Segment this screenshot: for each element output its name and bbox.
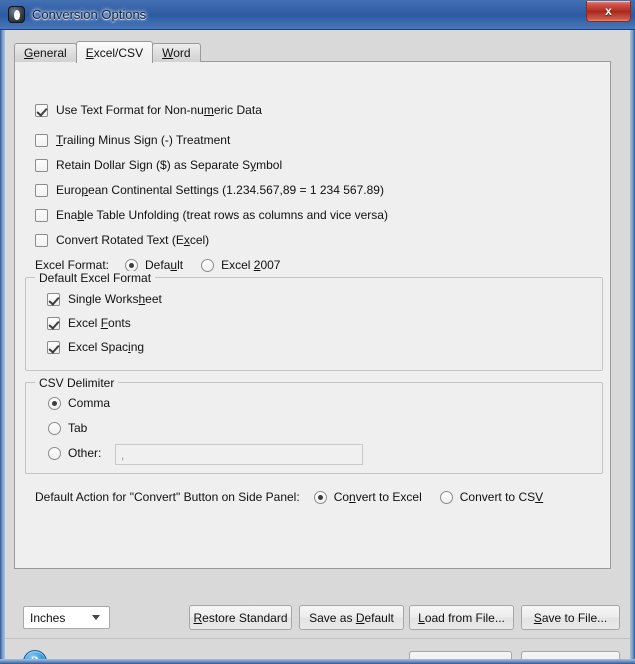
save-as-default-button[interactable]: Save as Default bbox=[299, 605, 404, 630]
checkbox-row-convert-rotated-text[interactable]: Convert Rotated Text (Excel) bbox=[35, 233, 209, 247]
excel-format-row: Excel Format: Default Excel 2007 bbox=[35, 258, 280, 272]
load-from-file-button-label: Load from File... bbox=[418, 610, 505, 625]
group-csv-delimiter: CSV Delimiter Comma Tab Other: , bbox=[25, 376, 603, 474]
radio-row-tab[interactable]: Tab bbox=[48, 421, 87, 435]
units-dropdown-value: Inches bbox=[30, 610, 66, 625]
tab-general-accel: G bbox=[24, 46, 34, 60]
checkbox-convert-rotated-text[interactable] bbox=[35, 233, 48, 247]
radio-label-tab: Tab bbox=[68, 421, 88, 435]
checkbox-label-european-continental: European Continental Settings (1.234.567… bbox=[56, 183, 384, 197]
default-action-row: Default Action for "Convert" Button on S… bbox=[35, 490, 543, 504]
checkbox-label-use-text-format: Use Text Format for Non-numeric Data bbox=[56, 103, 262, 117]
checkbox-row-retain-dollar-sign[interactable]: Retain Dollar Sign ($) as Separate Symbo… bbox=[35, 158, 282, 172]
restore-standard-button[interactable]: Restore Standard bbox=[189, 605, 292, 630]
cancel-button-label: Cancel bbox=[552, 657, 589, 659]
radio-excel-format-excel-2007[interactable] bbox=[201, 258, 215, 272]
tab-word-accel: W bbox=[162, 46, 174, 60]
ok-button[interactable]: OK bbox=[409, 651, 512, 659]
help-icon[interactable]: ? bbox=[23, 650, 47, 659]
checkbox-enable-table-unfolding[interactable] bbox=[35, 208, 48, 222]
checkbox-label-trailing-minus-sign: Trailing Minus Sign (-) Treatment bbox=[56, 133, 231, 147]
cancel-button[interactable]: Cancel bbox=[521, 651, 620, 659]
save-as-default-button-label: Save as Default bbox=[309, 610, 394, 625]
ok-button-label: OK bbox=[452, 657, 469, 659]
other-delimiter-input[interactable]: , bbox=[115, 444, 363, 465]
tab-word[interactable]: Word bbox=[152, 43, 201, 62]
tab-general[interactable]: General bbox=[14, 43, 77, 62]
radio-other[interactable] bbox=[48, 446, 61, 460]
checkbox-row-single-worksheet[interactable]: Single Worksheet bbox=[47, 292, 162, 306]
radio-comma[interactable] bbox=[48, 396, 61, 410]
checkbox-row-trailing-minus-sign[interactable]: Trailing Minus Sign (-) Treatment bbox=[35, 133, 230, 147]
group-default-excel-format: Default Excel Format Single Worksheet Ex… bbox=[25, 271, 603, 371]
radio-label-comma: Comma bbox=[68, 396, 111, 410]
radio-label-convert-to-csv: Convert to CSV bbox=[459, 490, 544, 504]
group-caption-csv-delimiter: CSV Delimiter bbox=[35, 376, 119, 390]
close-icon: x bbox=[605, 4, 612, 18]
radio-label-excel-format-excel-2007: Excel 2007 bbox=[221, 258, 281, 272]
radio-row-comma[interactable]: Comma bbox=[48, 396, 110, 410]
chevron-down-icon bbox=[92, 615, 100, 620]
tab-excel-csv[interactable]: Excel/CSV bbox=[75, 41, 154, 63]
checkbox-label-excel-fonts: Excel Fonts bbox=[68, 316, 131, 330]
checkbox-label-single-worksheet: Single Worksheet bbox=[68, 292, 162, 306]
checkbox-retain-dollar-sign[interactable] bbox=[35, 158, 48, 172]
excel-format-label: Excel Format: bbox=[35, 258, 110, 272]
load-from-file-button[interactable]: Load from File... bbox=[409, 605, 514, 630]
checkbox-row-european-continental[interactable]: European Continental Settings (1.234.567… bbox=[35, 183, 384, 197]
radio-convert-to-csv[interactable] bbox=[439, 490, 453, 504]
group-caption-default-excel-format: Default Excel Format bbox=[35, 271, 156, 285]
checkbox-trailing-minus-sign[interactable] bbox=[35, 133, 48, 147]
checkbox-use-text-format[interactable] bbox=[35, 103, 48, 117]
close-button[interactable]: x bbox=[586, 1, 631, 22]
radio-tab[interactable] bbox=[48, 421, 61, 435]
tab-word-label-rest: ord bbox=[173, 46, 191, 60]
checkbox-european-continental[interactable] bbox=[35, 183, 48, 197]
help-glyph: ? bbox=[31, 654, 39, 660]
checkbox-row-use-text-format[interactable]: Use Text Format for Non-numeric Data bbox=[35, 103, 262, 117]
checkbox-excel-spacing[interactable] bbox=[47, 340, 60, 354]
checkbox-label-retain-dollar-sign: Retain Dollar Sign ($) as Separate Symbo… bbox=[56, 158, 283, 172]
checkbox-label-convert-rotated-text: Convert Rotated Text (Excel) bbox=[56, 233, 210, 247]
radio-convert-to-excel[interactable] bbox=[313, 490, 327, 504]
checkbox-row-excel-spacing[interactable]: Excel Spacing bbox=[47, 340, 144, 354]
other-delimiter-value: , bbox=[121, 447, 125, 462]
checkbox-excel-fonts[interactable] bbox=[47, 316, 60, 330]
dialog-window: Conversion Options x General Excel/CSV W… bbox=[0, 0, 635, 664]
radio-label-other: Other: bbox=[68, 446, 102, 460]
radio-row-other[interactable]: Other: bbox=[48, 446, 101, 460]
bottom-separator bbox=[5, 638, 630, 639]
radio-label-convert-to-excel: Convert to Excel bbox=[333, 490, 422, 504]
tab-excel-csv-label-rest: xcel/CSV bbox=[93, 45, 144, 60]
tab-general-label-rest: eneral bbox=[33, 46, 67, 60]
checkbox-row-excel-fonts[interactable]: Excel Fonts bbox=[47, 316, 131, 330]
tab-excel-csv-accel: E bbox=[85, 45, 94, 60]
radio-excel-format-default[interactable] bbox=[125, 258, 139, 272]
window-title: Conversion Options bbox=[32, 7, 147, 22]
save-to-file-button[interactable]: Save to File... bbox=[521, 605, 620, 630]
radio-label-excel-format-default: Default bbox=[145, 258, 184, 272]
tab-page-excel-csv: Use Text Format for Non-numeric Data Tra… bbox=[14, 61, 611, 569]
units-dropdown[interactable]: Inches bbox=[23, 606, 110, 629]
penguin-icon bbox=[8, 6, 25, 23]
save-to-file-button-label: Save to File... bbox=[533, 610, 608, 625]
checkbox-row-enable-table-unfolding[interactable]: Enable Table Unfolding (treat rows as co… bbox=[35, 208, 388, 222]
window-frame-bottom bbox=[0, 659, 635, 664]
title-bar[interactable]: Conversion Options x bbox=[0, 0, 635, 30]
dialog-client-area: General Excel/CSV Word Use Text Format f… bbox=[5, 30, 630, 659]
checkbox-single-worksheet[interactable] bbox=[47, 292, 60, 306]
checkbox-label-excel-spacing: Excel Spacing bbox=[68, 340, 145, 354]
restore-standard-button-label: Restore Standard bbox=[193, 610, 288, 625]
tab-strip: General Excel/CSV Word bbox=[14, 41, 201, 63]
window-frame-right bbox=[630, 30, 635, 664]
checkbox-label-enable-table-unfolding: Enable Table Unfolding (treat rows as co… bbox=[56, 208, 388, 222]
default-action-label: Default Action for "Convert" Button on S… bbox=[35, 490, 300, 504]
